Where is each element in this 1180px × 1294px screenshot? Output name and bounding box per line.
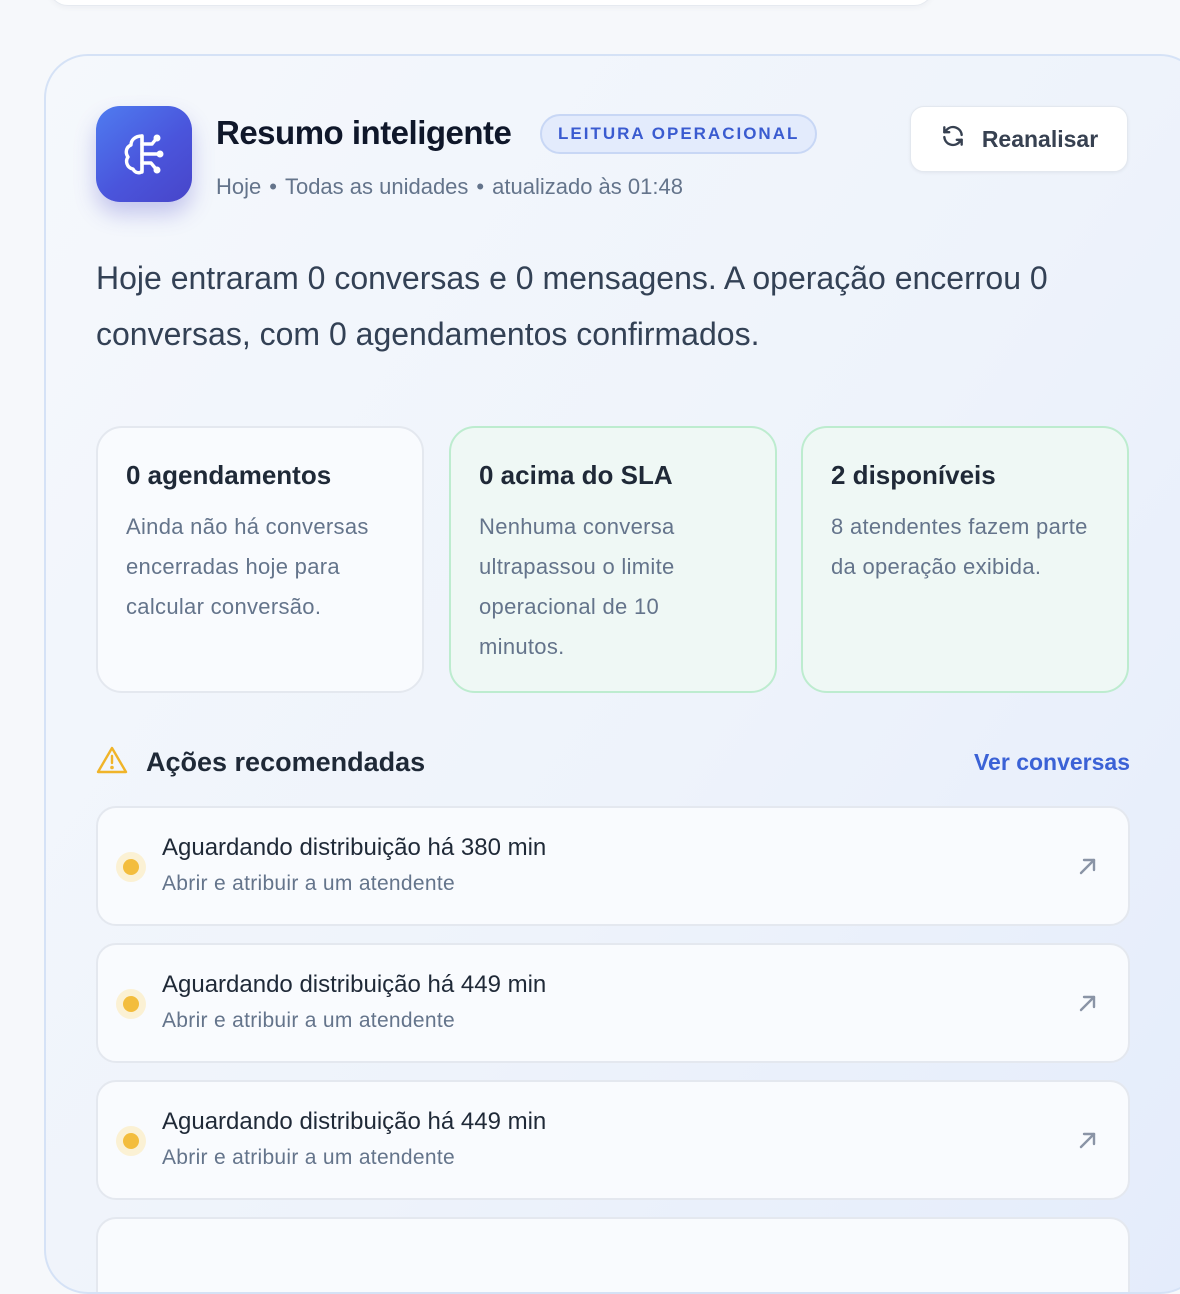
card-title: Resumo inteligente (216, 114, 512, 151)
brain-icon (96, 106, 192, 202)
refresh-icon (940, 123, 966, 155)
reanalyze-button[interactable]: Reanalisar (910, 106, 1128, 172)
meta-updated: atualizado às 01:48 (492, 174, 683, 199)
stat-card-appointments: 0 agendamentos Ainda não há conversas en… (96, 426, 424, 693)
arrow-up-right-icon[interactable] (1076, 1128, 1100, 1157)
warning-icon (96, 745, 128, 780)
action-title: Aguardando distribuição há 449 min (162, 971, 547, 998)
action-subtitle: Abrir e atribuir a um atendente (162, 1009, 455, 1032)
summary-text: Hoje entraram 0 conversas e 0 mensagens.… (96, 260, 1048, 352)
action-title: Aguardando distribuição há 449 min (162, 1108, 547, 1135)
meta-separator: • (269, 174, 277, 199)
stat-title: 2 disponíveis (831, 460, 996, 490)
action-subtitle: Abrir e atribuir a um atendente (162, 872, 455, 895)
action-item[interactable]: Aguardando distribuição há 449 min Abrir… (96, 943, 1130, 1063)
actions-header: Ações recomendadas Ver conversas (96, 744, 1130, 780)
view-conversations-link[interactable]: Ver conversas (974, 749, 1130, 776)
stat-title: 0 acima do SLA (479, 460, 673, 490)
meta-scope: Todas as unidades (284, 174, 469, 199)
actions-heading: Ações recomendadas (146, 746, 426, 777)
reanalyze-label: Reanalisar (981, 125, 1099, 152)
action-subtitle: Abrir e atribuir a um atendente (162, 1146, 455, 1169)
action-item[interactable] (96, 1217, 1130, 1292)
status-dot (116, 1126, 146, 1156)
arrow-up-right-icon[interactable] (1076, 854, 1100, 883)
stat-description: Ainda não há conversas encerradas hoje p… (126, 514, 369, 619)
stat-description: 8 atendentes fazem parte da operação exi… (831, 514, 1088, 579)
smart-summary-card: Resumo inteligente LEITURA OPERACIONAL H… (44, 54, 1180, 1294)
previous-card (48, 0, 934, 6)
stat-card-sla: 0 acima do SLA Nenhuma conversa ultrapas… (449, 426, 777, 693)
status-dot (116, 852, 146, 882)
stat-card-available: 2 disponíveis 8 atendentes fazem parte d… (801, 426, 1129, 693)
action-item[interactable]: Aguardando distribuição há 380 min Abrir… (96, 806, 1130, 926)
status-dot (116, 989, 146, 1019)
stat-title: 0 agendamentos (126, 460, 332, 490)
card-meta: Hoje • Todas as unidades • atualizado às 01:… (216, 174, 683, 200)
status-badge: LEITURA OPERACIONAL (540, 114, 818, 154)
action-item[interactable]: Aguardando distribuição há 449 min Abrir… (96, 1080, 1130, 1200)
stat-description: Nenhuma conversa ultrapassou o limite op… (479, 514, 675, 659)
meta-separator: • (476, 174, 485, 199)
action-title: Aguardando distribuição há 380 min (162, 834, 547, 861)
meta-period: Hoje (216, 174, 262, 199)
arrow-up-right-icon[interactable] (1076, 991, 1100, 1020)
